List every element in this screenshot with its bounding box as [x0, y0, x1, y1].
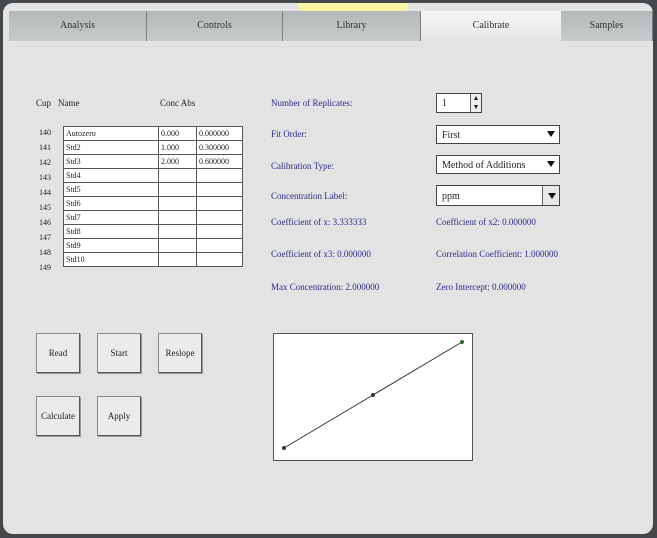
calibration-point: [282, 446, 286, 450]
start-button[interactable]: Start: [97, 333, 141, 373]
name-cell[interactable]: Std3: [63, 154, 159, 169]
abs-cell[interactable]: 0.000000: [196, 126, 243, 141]
cup-number: 145: [39, 203, 51, 212]
cup-number: 140: [39, 128, 51, 137]
abs-cell[interactable]: [196, 224, 243, 239]
table-row: Std3 2.000 0.600000: [63, 154, 243, 169]
chevron-down-icon: [548, 193, 556, 199]
replicates-label: Number of Replicates:: [271, 98, 353, 108]
calibration-type-value: Method of Additions: [442, 160, 526, 171]
calibration-plot: [273, 333, 473, 461]
conc-cell[interactable]: [158, 196, 197, 211]
name-cell[interactable]: Std10: [63, 252, 159, 267]
tab-library[interactable]: Library: [283, 11, 421, 41]
cup-number: 142: [39, 158, 51, 167]
chevron-down-icon: [547, 161, 555, 167]
coef-x-text: Coefficient of x: 3.333333: [271, 217, 367, 227]
table-row: Std6: [63, 196, 243, 211]
correlation-text: Correlation Coefficient: 1.000000: [436, 249, 559, 259]
standards-table: Autozero 0.000 0.000000 Std2 1.000 0.300000 …: [63, 126, 243, 267]
table-row: Std5: [63, 182, 243, 197]
fit-order-value: First: [442, 130, 461, 141]
abs-cell[interactable]: 0.300000: [196, 140, 243, 155]
cup-number: 148: [39, 248, 51, 257]
cup-number: 144: [39, 188, 51, 197]
coef-x3-text: Coefficient of x3: 0.000000: [271, 249, 371, 259]
conc-cell[interactable]: [158, 168, 197, 183]
header-name: Name: [58, 98, 80, 108]
conc-cell[interactable]: [158, 210, 197, 225]
fit-order-label: Fit Order:: [271, 129, 307, 139]
calibration-type-label: Calibration Type:: [271, 161, 334, 171]
chevron-down-icon: [547, 131, 555, 137]
conc-cell[interactable]: [158, 182, 197, 197]
conc-cell[interactable]: [158, 224, 197, 239]
abs-cell[interactable]: [196, 196, 243, 211]
zero-intercept-text: Zero Intercept: 0.000000: [436, 282, 526, 292]
conc-cell[interactable]: 0.000: [158, 126, 197, 141]
table-row: Std8: [63, 224, 243, 239]
replicates-spinner[interactable]: 1 ▲ ▼: [436, 93, 482, 113]
name-cell[interactable]: Std8: [63, 224, 159, 239]
replicates-value: 1: [442, 98, 447, 109]
conc-cell[interactable]: [158, 238, 197, 253]
name-cell[interactable]: Autozero: [63, 126, 159, 141]
table-row: Std2 1.000 0.300000: [63, 140, 243, 155]
table-row: Std10: [63, 252, 243, 267]
abs-cell[interactable]: [196, 252, 243, 267]
cup-number: 143: [39, 173, 51, 182]
calculate-button[interactable]: Calculate: [36, 396, 80, 436]
name-cell[interactable]: Std2: [63, 140, 159, 155]
tab-samples[interactable]: Samples: [561, 11, 653, 41]
header-cup: Cup: [36, 98, 52, 108]
combo-dropdown-button[interactable]: [542, 186, 559, 205]
tab-analysis[interactable]: Analysis: [9, 11, 147, 41]
conc-cell[interactable]: [158, 252, 197, 267]
cup-number: 141: [39, 143, 51, 152]
fit-order-select[interactable]: First: [436, 125, 560, 144]
abs-cell[interactable]: [196, 238, 243, 253]
name-cell[interactable]: Std9: [63, 238, 159, 253]
concentration-label-value: ppm: [442, 191, 460, 202]
reslope-button[interactable]: Reslope: [158, 333, 202, 373]
concentration-label-combo[interactable]: ppm: [436, 185, 560, 206]
table-row: Std9: [63, 238, 243, 253]
tab-controls[interactable]: Controls: [147, 11, 283, 41]
table-row: Std4: [63, 168, 243, 183]
name-cell[interactable]: Std6: [63, 196, 159, 211]
name-cell[interactable]: Std4: [63, 168, 159, 183]
apply-button[interactable]: Apply: [97, 396, 141, 436]
calibrate-window: Analysis Controls Library Calibrate Samp…: [3, 3, 653, 534]
table-row: Std7: [63, 210, 243, 225]
abs-cell[interactable]: [196, 182, 243, 197]
cup-number: 147: [39, 233, 51, 242]
read-button[interactable]: Read: [36, 333, 80, 373]
name-cell[interactable]: Std5: [63, 182, 159, 197]
max-conc-text: Max Concentration: 2.000000: [271, 282, 380, 292]
cup-number: 146: [39, 218, 51, 227]
cup-number: 149: [39, 263, 51, 272]
calibration-point: [371, 393, 375, 397]
abs-cell[interactable]: [196, 168, 243, 183]
name-cell[interactable]: Std7: [63, 210, 159, 225]
coef-x2-text: Coefficient of x2: 0.000000: [436, 217, 536, 227]
table-row: Autozero 0.000 0.000000: [63, 126, 243, 141]
abs-cell[interactable]: 0.600000: [196, 154, 243, 169]
conc-cell[interactable]: 1.000: [158, 140, 197, 155]
concentration-label-label: Concentration Label:: [271, 191, 348, 201]
calibration-type-select[interactable]: Method of Additions: [436, 155, 560, 174]
header-conc-abs: Conc Abs: [160, 98, 196, 108]
spinner-arrows-icon[interactable]: ▲ ▼: [470, 94, 481, 112]
tab-bar: Analysis Controls Library Calibrate Samp…: [3, 3, 653, 45]
conc-cell[interactable]: 2.000: [158, 154, 197, 169]
abs-cell[interactable]: [196, 210, 243, 225]
tab-calibrate[interactable]: Calibrate: [421, 11, 561, 41]
calibration-plot-svg: [282, 340, 464, 450]
calibration-point: [460, 340, 464, 344]
